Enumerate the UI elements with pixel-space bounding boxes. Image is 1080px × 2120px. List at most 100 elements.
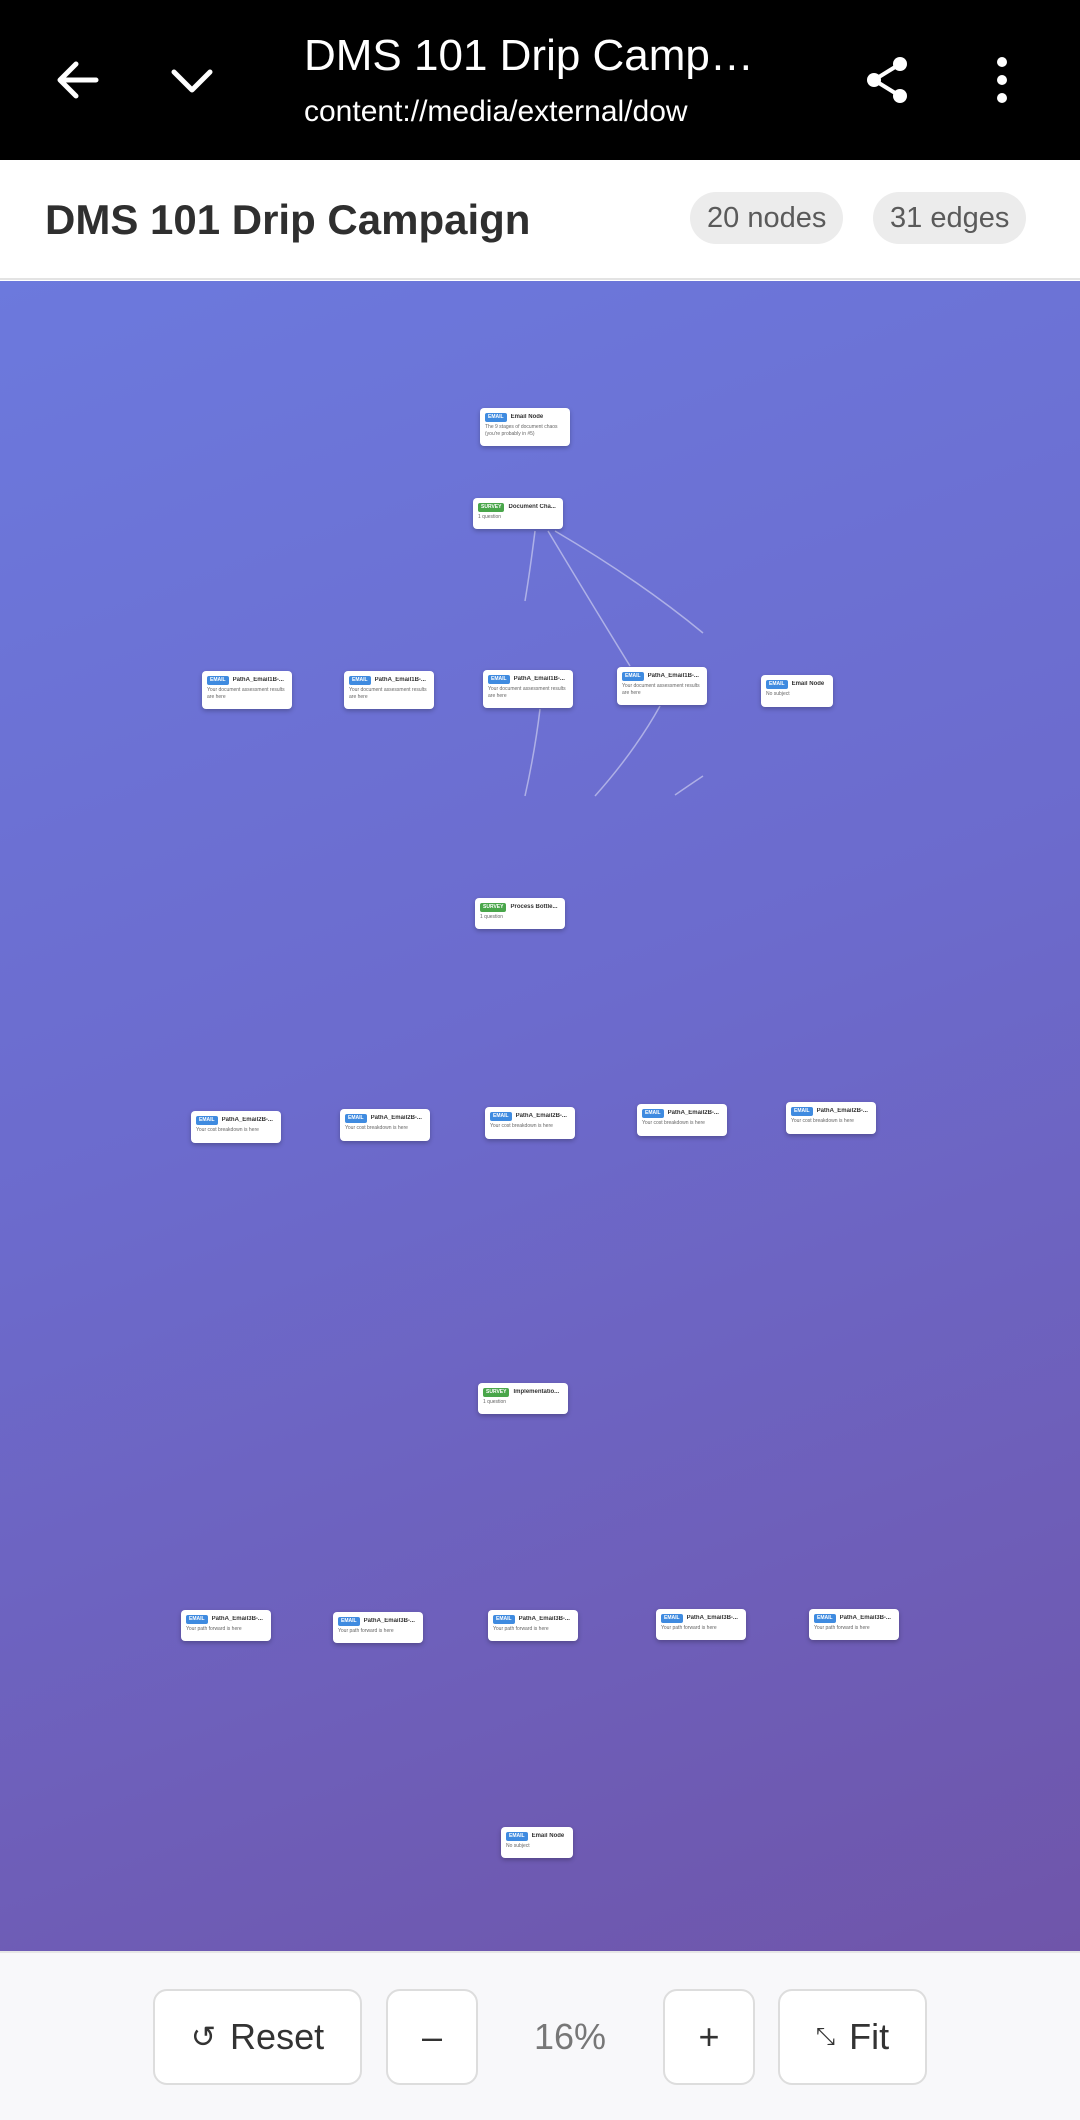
- node-type-badge: EMAIL: [490, 1111, 512, 1121]
- node-subtitle: Your path forward is here: [186, 1626, 242, 1632]
- node-subtitle: 1 question: [478, 514, 502, 520]
- graph-edge: [524, 708, 541, 797]
- graph-node[interactable]: EMAIL PathA_Email1B-... Your document ass…: [617, 667, 707, 705]
- node-subtitle: Your cost breakdown is here: [642, 1120, 705, 1126]
- graph-node[interactable]: EMAIL PathA_Email3B-... Your path forward…: [333, 1612, 423, 1643]
- node-subtitle: Your path forward is here: [814, 1625, 870, 1631]
- graph-node[interactable]: EMAIL PathA_Email1B-... Your document ass…: [483, 670, 573, 708]
- node-type-badge: EMAIL: [791, 1106, 813, 1116]
- node-subtitle: The 9 stages of document chaos (you're p…: [485, 424, 558, 437]
- graph-node[interactable]: EMAIL PathA_Email2B-... Your cost breakdo…: [637, 1104, 727, 1136]
- zoom-in-label: +: [698, 2016, 720, 2057]
- nodes-count-badge: 20 nodes: [690, 192, 844, 244]
- node-type-badge: EMAIL: [196, 1115, 218, 1125]
- node-title: PathA_Email1B-...: [513, 676, 565, 682]
- reset-label: Reset: [230, 2016, 325, 2057]
- node-subtitle: Your document assessment results are her…: [349, 687, 427, 700]
- zoom-controls: ↺ Reset – 16% + ⤡ Fit: [0, 1951, 1080, 2120]
- node-title: Email Node: [791, 681, 825, 687]
- node-title: PathA_Email2B-...: [515, 1113, 567, 1119]
- node-subtitle: Your path forward is here: [338, 1628, 394, 1634]
- graph-node[interactable]: EMAIL PathA_Email2B-... Your cost breakdo…: [191, 1111, 281, 1143]
- node-title: PathA_Email2B-...: [667, 1110, 719, 1116]
- zoom-in-button[interactable]: +: [663, 1989, 755, 2085]
- graph-node[interactable]: EMAIL Email Node No subject: [761, 675, 833, 707]
- fit-icon: ⤡: [815, 2023, 836, 2050]
- more-vert-icon[interactable]: [962, 40, 1042, 120]
- node-title: PathA_Email2B-...: [221, 1117, 273, 1123]
- node-type-badge: EMAIL: [207, 675, 229, 685]
- graph-node[interactable]: EMAIL PathA_Email2B-... Your cost breakdo…: [340, 1109, 430, 1141]
- node-subtitle: Your document assessment results are her…: [488, 686, 566, 699]
- zoom-out-label: –: [421, 2016, 443, 2057]
- node-subtitle: 1 question: [480, 914, 504, 920]
- graph-edge: [554, 530, 704, 634]
- graph-edge: [594, 705, 661, 797]
- node-type-badge: SURVEY: [483, 1387, 510, 1397]
- node-subtitle: Your cost breakdown is here: [345, 1125, 408, 1131]
- chevron-down-icon[interactable]: [152, 40, 232, 120]
- node-title: PathA_Email3B-...: [363, 1618, 415, 1624]
- graph-node[interactable]: SURVEY Document Cha... 1 question: [473, 498, 563, 529]
- graph-node[interactable]: EMAIL PathA_Email1B-... Your document ass…: [344, 671, 434, 709]
- node-title: PathA_Email3B-...: [518, 1616, 570, 1622]
- node-subtitle: Your document assessment results are her…: [207, 687, 285, 700]
- reset-icon: ↺: [190, 2020, 217, 2054]
- node-subtitle: Your cost breakdown is here: [196, 1127, 259, 1133]
- page-title: DMS 101 Drip Campaign: [45, 196, 531, 243]
- app-bar: DMS 101 Drip Campai... content://media/e…: [0, 0, 1080, 160]
- node-subtitle: No subject: [766, 691, 790, 697]
- node-title: Process Bottle...: [510, 904, 558, 910]
- node-title: PathA_Email3B-...: [211, 1616, 263, 1622]
- node-type-badge: EMAIL: [488, 674, 510, 684]
- graph-node[interactable]: EMAIL PathA_Email2B-... Your cost breakdo…: [786, 1102, 876, 1134]
- graph-header: DMS 101 Drip Campaign 20 nodes 31 edges: [0, 160, 1080, 280]
- node-type-badge: EMAIL: [506, 1831, 528, 1841]
- app-bar-title: DMS 101 Drip Campai...: [304, 31, 774, 80]
- graph-node[interactable]: EMAIL Email Node No subject: [501, 1827, 573, 1858]
- fit-label: Fit: [849, 2016, 890, 2057]
- node-type-badge: EMAIL: [345, 1113, 367, 1123]
- graph-node[interactable]: EMAIL PathA_Email3B-... Your path forward…: [181, 1610, 271, 1641]
- node-subtitle: No subject: [506, 1843, 530, 1849]
- node-title: PathA_Email3B-...: [839, 1615, 891, 1621]
- graph-node[interactable]: EMAIL PathA_Email1B-... Your document ass…: [202, 671, 292, 709]
- fit-button[interactable]: ⤡ Fit: [778, 1989, 927, 2085]
- graph-node[interactable]: EMAIL PathA_Email2B-... Your cost breakdo…: [485, 1107, 575, 1139]
- node-subtitle: Your path forward is here: [661, 1625, 717, 1631]
- node-type-badge: EMAIL: [766, 679, 788, 689]
- graph-node[interactable]: SURVEY Process Bottle... 1 question: [475, 898, 565, 929]
- graph-node[interactable]: EMAIL PathA_Email3B-... Your path forward…: [809, 1609, 899, 1640]
- node-title: PathA_Email3B-...: [686, 1615, 738, 1621]
- node-type-badge: EMAIL: [661, 1613, 683, 1623]
- app-bar-url: content://media/external/dow: [304, 95, 688, 128]
- node-title: PathA_Email2B-...: [816, 1108, 868, 1114]
- node-subtitle: Your cost breakdown is here: [791, 1118, 854, 1124]
- reset-button[interactable]: ↺ Reset: [153, 1989, 362, 2085]
- node-type-badge: EMAIL: [186, 1614, 208, 1624]
- graph-node[interactable]: EMAIL PathA_Email3B-... Your path forward…: [488, 1610, 578, 1641]
- graph-node[interactable]: EMAIL Email Node The 9 stages of document…: [480, 408, 570, 446]
- node-subtitle: Your document assessment results are her…: [622, 683, 700, 696]
- node-title: Document Cha...: [508, 504, 556, 510]
- node-type-badge: EMAIL: [338, 1616, 360, 1626]
- node-type-badge: SURVEY: [478, 502, 505, 512]
- back-arrow-icon[interactable]: [38, 40, 118, 120]
- share-icon[interactable]: [848, 40, 928, 120]
- zoom-out-button[interactable]: –: [386, 1989, 478, 2085]
- node-title: Implementatio...: [513, 1389, 560, 1395]
- graph-canvas[interactable]: EMAIL Email Node The 9 stages of document…: [0, 281, 1080, 1951]
- graph-node[interactable]: EMAIL PathA_Email3B-... Your path forward…: [656, 1609, 746, 1640]
- node-subtitle: Your path forward is here: [493, 1626, 549, 1632]
- node-type-badge: EMAIL: [485, 412, 507, 422]
- node-title: PathA_Email1B-...: [374, 677, 426, 683]
- graph-node[interactable]: SURVEY Implementatio... 1 question: [478, 1383, 568, 1414]
- node-type-badge: EMAIL: [642, 1108, 664, 1118]
- node-title: PathA_Email1B-...: [647, 673, 699, 679]
- node-type-badge: EMAIL: [622, 671, 644, 681]
- node-title: Email Node: [510, 414, 544, 420]
- node-type-badge: SURVEY: [480, 902, 507, 912]
- node-title: PathA_Email1B-...: [232, 677, 284, 683]
- node-type-badge: EMAIL: [493, 1614, 515, 1624]
- node-type-badge: EMAIL: [349, 675, 371, 685]
